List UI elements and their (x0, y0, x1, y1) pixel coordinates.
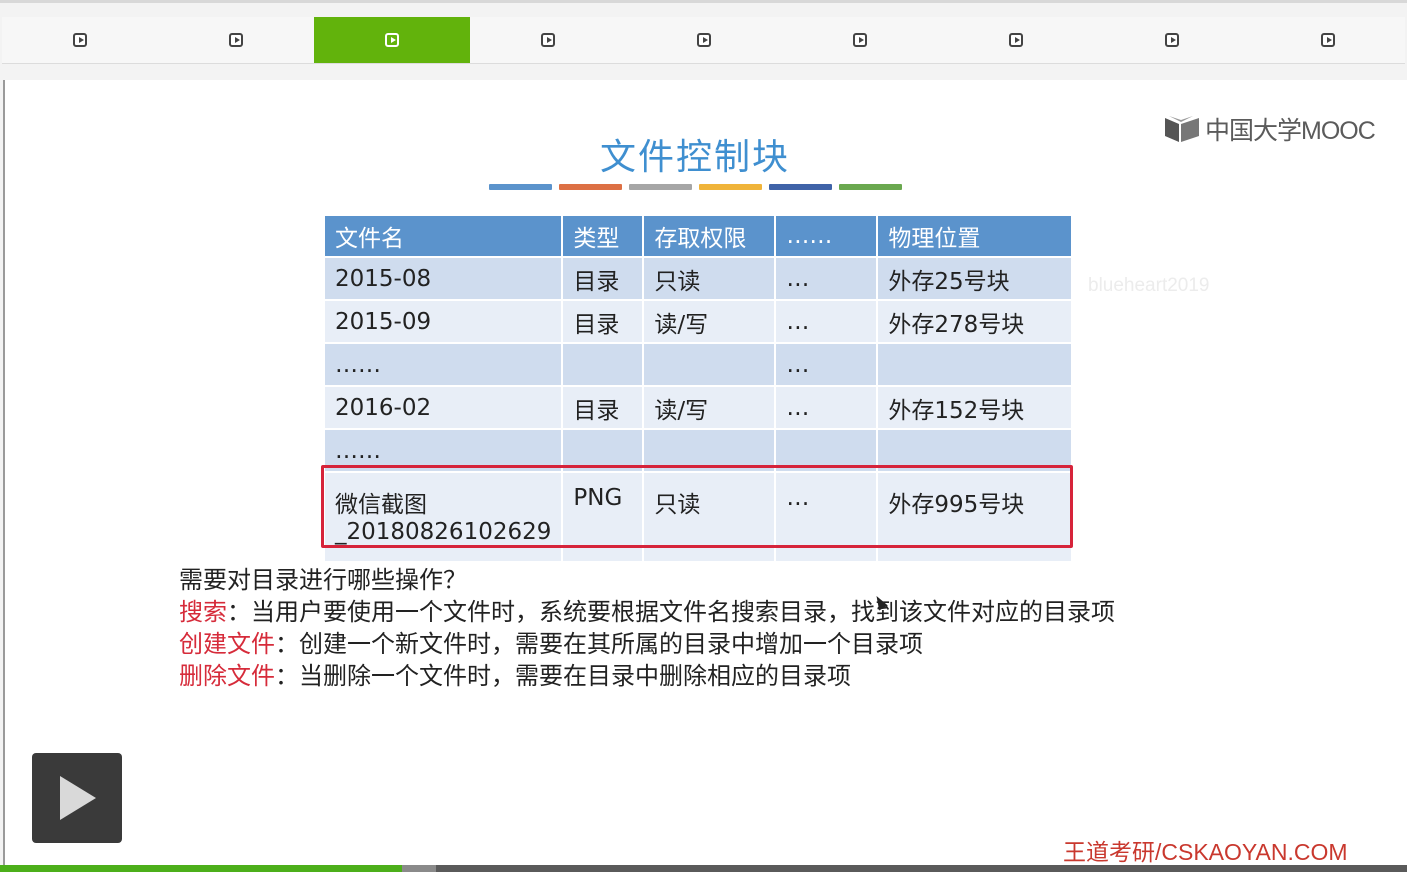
video-icon (697, 33, 711, 47)
logo-text: 中国大学MOOC (1205, 117, 1376, 145)
title-color-bars (489, 184, 902, 190)
filename-line-2: _20180826102629 (335, 519, 552, 545)
notes-item: 搜索：当用户要使用一个文件时，系统要根据文件名搜索目录，找到该文件对应的目录项 (179, 596, 1115, 628)
table-row: 2015-09 目录 读/写 … 外存278号块 (322, 299, 1074, 344)
color-bar (769, 184, 832, 190)
cell: 外存995号块 (876, 471, 1074, 563)
col-header-filename: 文件名 (322, 214, 564, 258)
progress-played (0, 865, 403, 872)
cell: 2015-08 (322, 256, 564, 301)
video-icon (229, 33, 243, 47)
notes-keyword: 创建文件 (179, 630, 275, 658)
filename-line-1: 微信截图 (335, 492, 427, 518)
cell: 读/写 (642, 385, 777, 430)
cell (876, 428, 1074, 473)
play-button[interactable] (32, 753, 122, 843)
notes-keyword: 删除文件 (179, 662, 275, 690)
cell: …… (322, 428, 564, 473)
table-row-highlighted: 微信截图 _20180826102629 PNG 只读 … 外存995号块 (322, 471, 1074, 563)
lesson-tab-3[interactable] (314, 17, 470, 63)
cell: 读/写 (642, 299, 777, 344)
cell: … (774, 342, 879, 387)
lesson-tab-7[interactable] (938, 17, 1094, 63)
lesson-tab-5[interactable] (626, 17, 782, 63)
cell: … (774, 471, 879, 563)
notes-item: 创建文件：创建一个新文件时，需要在其所属的目录中增加一个目录项 (179, 628, 1115, 660)
cell: 只读 (642, 256, 777, 301)
cell: 目录 (561, 299, 645, 344)
notes-block: 需要对目录进行哪些操作？ 搜索：当用户要使用一个文件时，系统要根据文件名搜索目录… (179, 564, 1115, 692)
cell: 2016-02 (322, 385, 564, 430)
top-border (0, 0, 1407, 3)
cell: 只读 (642, 471, 777, 563)
fcb-table: 文件名 类型 存取权限 …… 物理位置 2015-08 目录 只读 … 外存25… (322, 214, 1074, 563)
color-bar (489, 184, 552, 190)
cell: …… (322, 342, 564, 387)
mooc-logo: 中国大学MOOC (1163, 112, 1376, 146)
col-header-access: 存取权限 (642, 214, 777, 258)
lesson-tab-6[interactable] (782, 17, 938, 63)
watermark: blueheart2019 (1088, 275, 1210, 296)
cell: 外存25号块 (876, 256, 1074, 301)
table-row: …… … (322, 342, 1074, 387)
cell: 目录 (561, 256, 645, 301)
video-icon (1321, 33, 1335, 47)
color-bar (629, 184, 692, 190)
lesson-tab-2[interactable] (158, 17, 314, 63)
lesson-tab-1[interactable] (2, 17, 158, 63)
cell: 外存278号块 (876, 299, 1074, 344)
table-header-row: 文件名 类型 存取权限 …… 物理位置 (322, 214, 1074, 258)
notes-text: ：创建一个新文件时，需要在其所属的目录中增加一个目录项 (275, 630, 923, 658)
cell (561, 428, 645, 473)
slide-title: 文件控制块 (599, 137, 790, 178)
cell: 2015-09 (322, 299, 564, 344)
cell (876, 342, 1074, 387)
cell: 目录 (561, 385, 645, 430)
notes-text: ：当删除一个文件时，需要在目录中删除相应的目录项 (275, 662, 851, 690)
cell: … (774, 299, 879, 344)
brand-footer: 王道考研/CSKAOYAN.COM (1063, 839, 1348, 865)
lesson-tab-8[interactable] (1094, 17, 1250, 63)
cell: … (774, 256, 879, 301)
video-icon (1165, 33, 1179, 47)
progress-buffered (402, 865, 437, 872)
color-bar (559, 184, 622, 190)
video-slide: 中国大学MOOC 文件控制块 blueheart2019 文件名 类型 存取权限… (3, 80, 1407, 865)
col-header-location: 物理位置 (876, 214, 1074, 258)
video-icon (73, 33, 87, 47)
video-icon (853, 33, 867, 47)
video-progress-bar[interactable] (0, 865, 1407, 872)
video-icon (1009, 33, 1023, 47)
cell: 外存152号块 (876, 385, 1074, 430)
table-row: 2016-02 目录 读/写 … 外存152号块 (322, 385, 1074, 430)
notes-keyword: 搜索 (179, 598, 227, 626)
cell-filename-multiline: 微信截图 _20180826102629 (322, 471, 564, 563)
table-row: 2015-08 目录 只读 … 外存25号块 (322, 256, 1074, 301)
cell (642, 428, 777, 473)
cell (642, 342, 777, 387)
color-bar (699, 184, 762, 190)
cell (561, 342, 645, 387)
notes-text: ：当用户要使用一个文件时，系统要根据文件名搜索目录，找到该文件对应的目录项 (227, 598, 1115, 626)
color-bar (839, 184, 902, 190)
lesson-tab-9[interactable] (1250, 17, 1406, 63)
col-header-etc: …… (774, 214, 879, 258)
video-icon (385, 33, 399, 47)
cell: … (774, 385, 879, 430)
lesson-tab-4[interactable] (470, 17, 626, 63)
lesson-tab-bar (2, 17, 1405, 64)
video-icon (541, 33, 555, 47)
notes-item: 删除文件：当删除一个文件时，需要在目录中删除相应的目录项 (179, 660, 1115, 692)
cell (774, 428, 879, 473)
notes-question: 需要对目录进行哪些操作？ (179, 566, 467, 594)
book-logo-icon (1165, 116, 1199, 142)
cell: PNG (561, 471, 645, 563)
col-header-type: 类型 (561, 214, 645, 258)
table-row: …… (322, 428, 1074, 473)
